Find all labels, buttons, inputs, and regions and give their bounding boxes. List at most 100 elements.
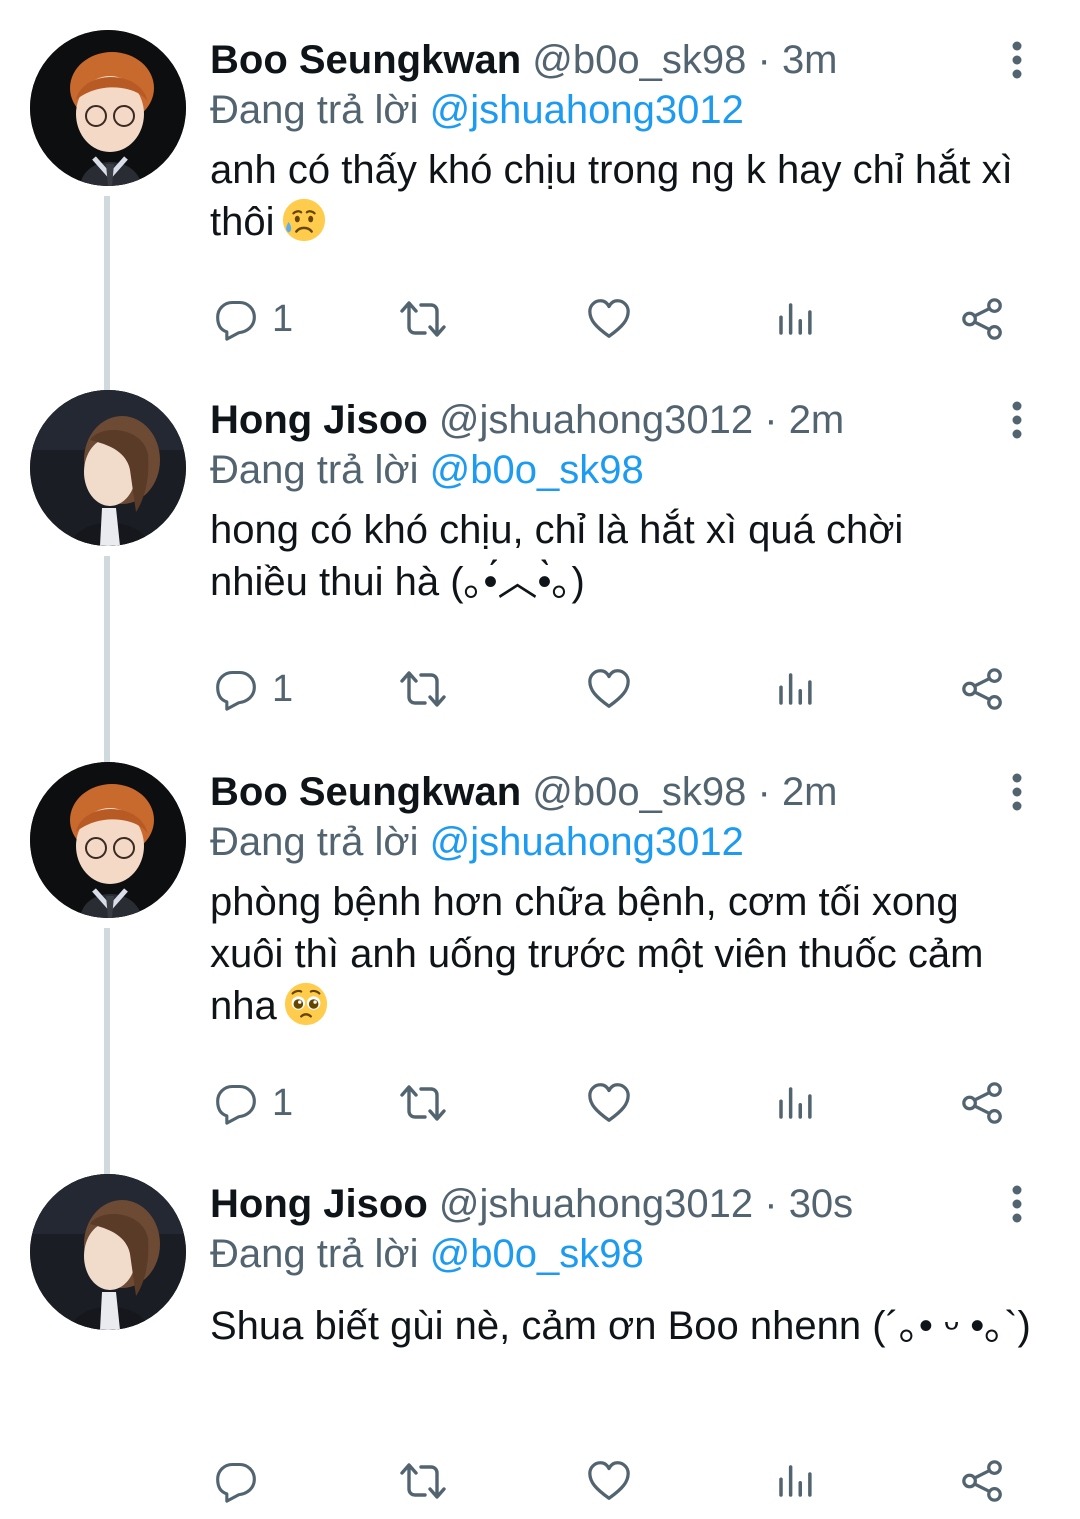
like-icon (586, 666, 632, 712)
brown-hair-profile-avatar (30, 390, 186, 546)
like-icon (586, 1080, 632, 1126)
timestamp[interactable]: 2m (782, 770, 838, 814)
more-options-icon[interactable] (1004, 40, 1030, 80)
tweet[interactable]: Hong Jisoo @jshuahong3012 · 30s Đang trả… (0, 1144, 1080, 1519)
analytics-button[interactable] (774, 294, 816, 344)
reply-mention[interactable]: @b0o_sk98 (430, 1232, 644, 1276)
analytics-icon (774, 1460, 816, 1502)
reply-icon (214, 297, 258, 341)
retweet-icon (398, 665, 448, 713)
reply-prefix: Đang trả lời (210, 820, 419, 864)
reply-icon (214, 1081, 258, 1125)
display-name[interactable]: Boo Seungkwan (210, 38, 521, 82)
orange-hair-glasses-avatar (30, 762, 186, 918)
tweet-text: anh có thấy khó chịu trong ng k hay chỉ … (210, 144, 1040, 248)
reply-context: Đang trả lời @jshuahong3012 (210, 816, 1050, 868)
tweet-content: Hong Jisoo @jshuahong3012 · 2m Đang trả … (210, 396, 1050, 608)
like-button[interactable] (586, 1078, 632, 1128)
share-button[interactable] (960, 1456, 1006, 1506)
handle[interactable]: @jshuahong3012 (439, 1182, 753, 1226)
reply-button[interactable]: 1 (214, 664, 293, 714)
handle[interactable]: @b0o_sk98 (532, 38, 746, 82)
reply-mention[interactable]: @b0o_sk98 (430, 448, 644, 492)
reply-prefix: Đang trả lời (210, 448, 419, 492)
like-icon (586, 296, 632, 342)
like-icon (586, 1458, 632, 1504)
tweet-text: Shua biết gùi nè, cảm ơn Boo nhenn (´｡• … (210, 1300, 1040, 1352)
reply-context: Đang trả lời @jshuahong3012 (210, 84, 1050, 136)
separator: · (764, 398, 778, 442)
tweet[interactable]: Boo Seungkwan @b0o_sk98 · 2m Đang trả lờ… (0, 732, 1080, 1142)
retweet-button[interactable] (398, 294, 448, 344)
tweet-header: Boo Seungkwan @b0o_sk98 · 2m (210, 768, 1050, 816)
retweet-button[interactable] (398, 1456, 448, 1506)
separator: · (757, 770, 771, 814)
like-button[interactable] (586, 1456, 632, 1506)
tweet-text-body: anh có thấy khó chịu trong ng k hay chỉ … (210, 148, 1013, 244)
reply-context: Đang trả lời @b0o_sk98 (210, 1228, 1050, 1280)
timestamp[interactable]: 3m (782, 38, 838, 82)
reply-prefix: Đang trả lời (210, 1232, 419, 1276)
tweet[interactable]: Hong Jisoo @jshuahong3012 · 2m Đang trả … (0, 360, 1080, 730)
timestamp[interactable]: 30s (789, 1182, 854, 1226)
analytics-button[interactable] (774, 664, 816, 714)
orange-hair-glasses-avatar (30, 30, 186, 186)
display-name[interactable]: Boo Seungkwan (210, 770, 521, 814)
reply-context: Đang trả lời @b0o_sk98 (210, 444, 1050, 496)
tweet-actions: 1 (210, 1078, 1050, 1128)
reply-count: 1 (272, 297, 294, 340)
tweet-text-body: hong có khó chịu, chỉ là hắt xì quá chời… (210, 508, 904, 604)
tweet-header: Hong Jisoo @jshuahong3012 · 30s (210, 1180, 1050, 1228)
avatar[interactable] (30, 390, 186, 546)
analytics-icon (774, 298, 816, 340)
tweet-content: Boo Seungkwan @b0o_sk98 · 2m Đang trả lờ… (210, 768, 1050, 1032)
reply-mention[interactable]: @jshuahong3012 (430, 820, 744, 864)
reply-button[interactable]: 1 (214, 1078, 293, 1128)
reply-button[interactable] (214, 1456, 272, 1506)
tweet-header: Boo Seungkwan @b0o_sk98 · 3m (210, 36, 1050, 84)
share-icon (960, 1458, 1006, 1504)
avatar[interactable] (30, 1174, 186, 1330)
share-icon (960, 296, 1006, 342)
analytics-button[interactable] (774, 1456, 816, 1506)
tweet-actions (210, 1456, 1050, 1506)
reply-icon (214, 667, 258, 711)
handle[interactable]: @jshuahong3012 (439, 398, 753, 442)
more-options-icon[interactable] (1004, 400, 1030, 440)
share-icon (960, 666, 1006, 712)
tweet-text: hong có khó chịu, chỉ là hắt xì quá chời… (210, 504, 970, 608)
timestamp[interactable]: 2m (789, 398, 845, 442)
reply-mention[interactable]: @jshuahong3012 (430, 88, 744, 132)
reply-prefix: Đang trả lời (210, 88, 419, 132)
more-options-icon[interactable] (1004, 1184, 1030, 1224)
retweet-button[interactable] (398, 1078, 448, 1128)
avatar[interactable] (30, 762, 186, 918)
separator: · (764, 1182, 778, 1226)
tweet[interactable]: Boo Seungkwan @b0o_sk98 · 3m Đang trả lờ… (0, 0, 1080, 370)
tweet-actions: 1 (210, 294, 1050, 344)
analytics-button[interactable] (774, 1078, 816, 1128)
pleading-face-emoji (283, 981, 329, 1027)
share-icon (960, 1080, 1006, 1126)
handle[interactable]: @b0o_sk98 (532, 770, 746, 814)
display-name[interactable]: Hong Jisoo (210, 1182, 428, 1226)
like-button[interactable] (586, 664, 632, 714)
tweet-text-body: Shua biết gùi nè, cảm ơn Boo nhenn (´｡• … (210, 1304, 1031, 1348)
more-options-icon[interactable] (1004, 772, 1030, 812)
display-name[interactable]: Hong Jisoo (210, 398, 428, 442)
share-button[interactable] (960, 1078, 1006, 1128)
analytics-icon (774, 668, 816, 710)
retweet-button[interactable] (398, 664, 448, 714)
share-button[interactable] (960, 294, 1006, 344)
tweet-actions: 1 (210, 664, 1050, 714)
retweet-icon (398, 295, 448, 343)
retweet-icon (398, 1457, 448, 1505)
sad-relieved-face-emoji (281, 197, 327, 243)
avatar[interactable] (30, 30, 186, 186)
like-button[interactable] (586, 294, 632, 344)
share-button[interactable] (960, 664, 1006, 714)
reply-icon (214, 1459, 258, 1503)
retweet-icon (398, 1079, 448, 1127)
reply-button[interactable]: 1 (214, 294, 293, 344)
tweet-header: Hong Jisoo @jshuahong3012 · 2m (210, 396, 1050, 444)
